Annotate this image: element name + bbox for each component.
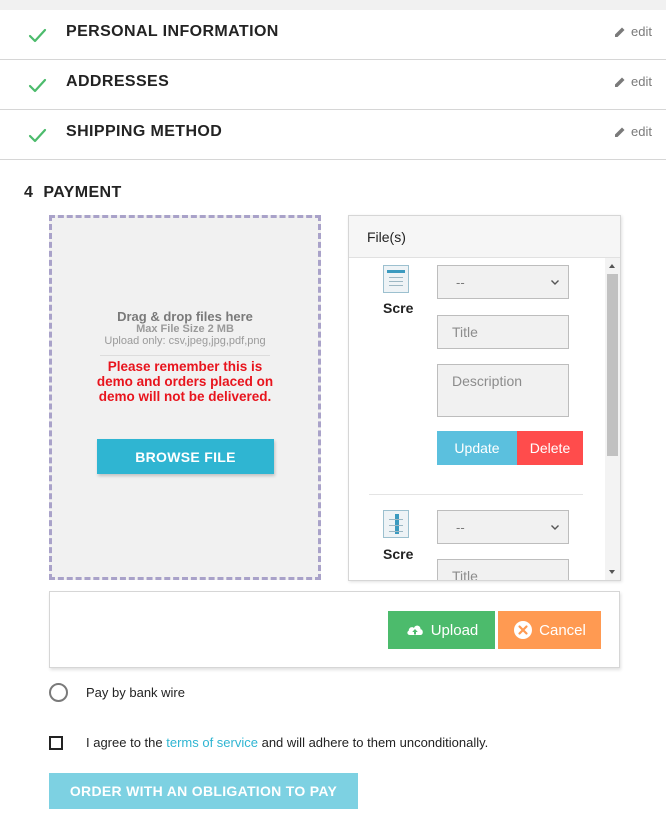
- files-scrollbar[interactable]: [605, 258, 620, 580]
- step-title: SHIPPING METHOD: [66, 123, 223, 140]
- file-name: Scre: [383, 300, 413, 316]
- select-value: --: [456, 275, 465, 290]
- file-type-select[interactable]: --: [437, 510, 569, 544]
- pencil-icon: [615, 77, 625, 87]
- files-panel: File(s) Scre -- Title Description Update…: [348, 215, 621, 581]
- cancel-button[interactable]: Cancel: [498, 611, 601, 649]
- edit-link[interactable]: edit: [614, 124, 652, 139]
- payment-heading: 4 PAYMENT: [24, 184, 122, 202]
- update-button[interactable]: Update: [437, 431, 517, 465]
- step-personal-information: PERSONAL INFORMATION edit: [0, 10, 666, 60]
- files-panel-title: File(s): [367, 229, 406, 245]
- file-name: Scre: [383, 546, 413, 562]
- file-thumbnail-icon: [383, 510, 409, 538]
- select-value: --: [456, 520, 465, 535]
- terms-checkbox[interactable]: [49, 736, 63, 750]
- terms-prefix: I agree to the: [86, 735, 167, 750]
- demo-warning: Please remember this is demo and orders …: [96, 359, 274, 404]
- files-list[interactable]: Scre -- Title Description Update Delete …: [349, 258, 605, 580]
- file-type-select[interactable]: --: [437, 265, 569, 299]
- dropzone-max-size: Max File Size 2 MB: [136, 323, 234, 335]
- file-description-input[interactable]: Description: [437, 364, 569, 417]
- file-thumbnail-icon: [383, 265, 409, 293]
- dropzone-title: Drag & drop files here: [117, 309, 253, 324]
- file-title-input[interactable]: Title: [437, 559, 569, 580]
- check-icon: [28, 78, 47, 93]
- chevron-down-icon: [551, 280, 559, 285]
- dropzone-divider: [100, 355, 270, 356]
- check-icon: [28, 128, 47, 143]
- scroll-down-icon[interactable]: [609, 570, 615, 574]
- file-item-divider: [369, 494, 583, 495]
- upload-button[interactable]: Upload: [388, 611, 495, 649]
- edit-label: edit: [631, 24, 652, 39]
- step-addresses: ADDRESSES edit: [0, 60, 666, 110]
- step-title: ADDRESSES: [66, 73, 170, 90]
- order-button[interactable]: ORDER WITH AN OBLIGATION TO PAY: [49, 773, 358, 809]
- step-shipping-method: SHIPPING METHOD edit: [0, 110, 666, 160]
- delete-button[interactable]: Delete: [517, 431, 583, 465]
- scroll-up-icon[interactable]: [609, 264, 615, 268]
- edit-link[interactable]: edit: [614, 24, 652, 39]
- file-title-input[interactable]: Title: [437, 315, 569, 349]
- close-circle-icon: [514, 621, 533, 639]
- page-top-strip: [0, 0, 666, 10]
- edit-label: edit: [631, 74, 652, 89]
- file-dropzone[interactable]: Drag & drop files here Max File Size 2 M…: [49, 215, 321, 580]
- scrollbar-thumb[interactable]: [607, 274, 618, 456]
- upload-actions-box: Upload Cancel: [49, 591, 620, 668]
- chevron-down-icon: [551, 525, 559, 530]
- cloud-upload-icon: [407, 625, 423, 635]
- upload-label: Upload: [430, 621, 479, 639]
- bank-wire-radio[interactable]: [49, 683, 68, 702]
- browse-file-button[interactable]: BROWSE FILE: [97, 439, 274, 474]
- terms-of-service-link[interactable]: terms of service: [166, 735, 258, 750]
- bank-wire-label[interactable]: Pay by bank wire: [86, 685, 185, 700]
- pencil-icon: [615, 27, 625, 37]
- edit-link[interactable]: edit: [614, 74, 652, 89]
- cancel-label: Cancel: [539, 621, 586, 639]
- terms-suffix: and will adhere to them unconditionally.: [257, 735, 489, 750]
- files-panel-header: File(s): [349, 216, 620, 258]
- step-title: PAYMENT: [43, 184, 122, 201]
- edit-label: edit: [631, 124, 652, 139]
- check-icon: [28, 28, 47, 43]
- dropzone-allowed-types: Upload only: csv,jpeg,jpg,pdf,png: [104, 335, 266, 347]
- step-title: PERSONAL INFORMATION: [66, 23, 279, 40]
- pencil-icon: [615, 127, 625, 137]
- step-number: 4: [24, 184, 34, 201]
- terms-label: I agree to the terms of service and will…: [86, 735, 488, 750]
